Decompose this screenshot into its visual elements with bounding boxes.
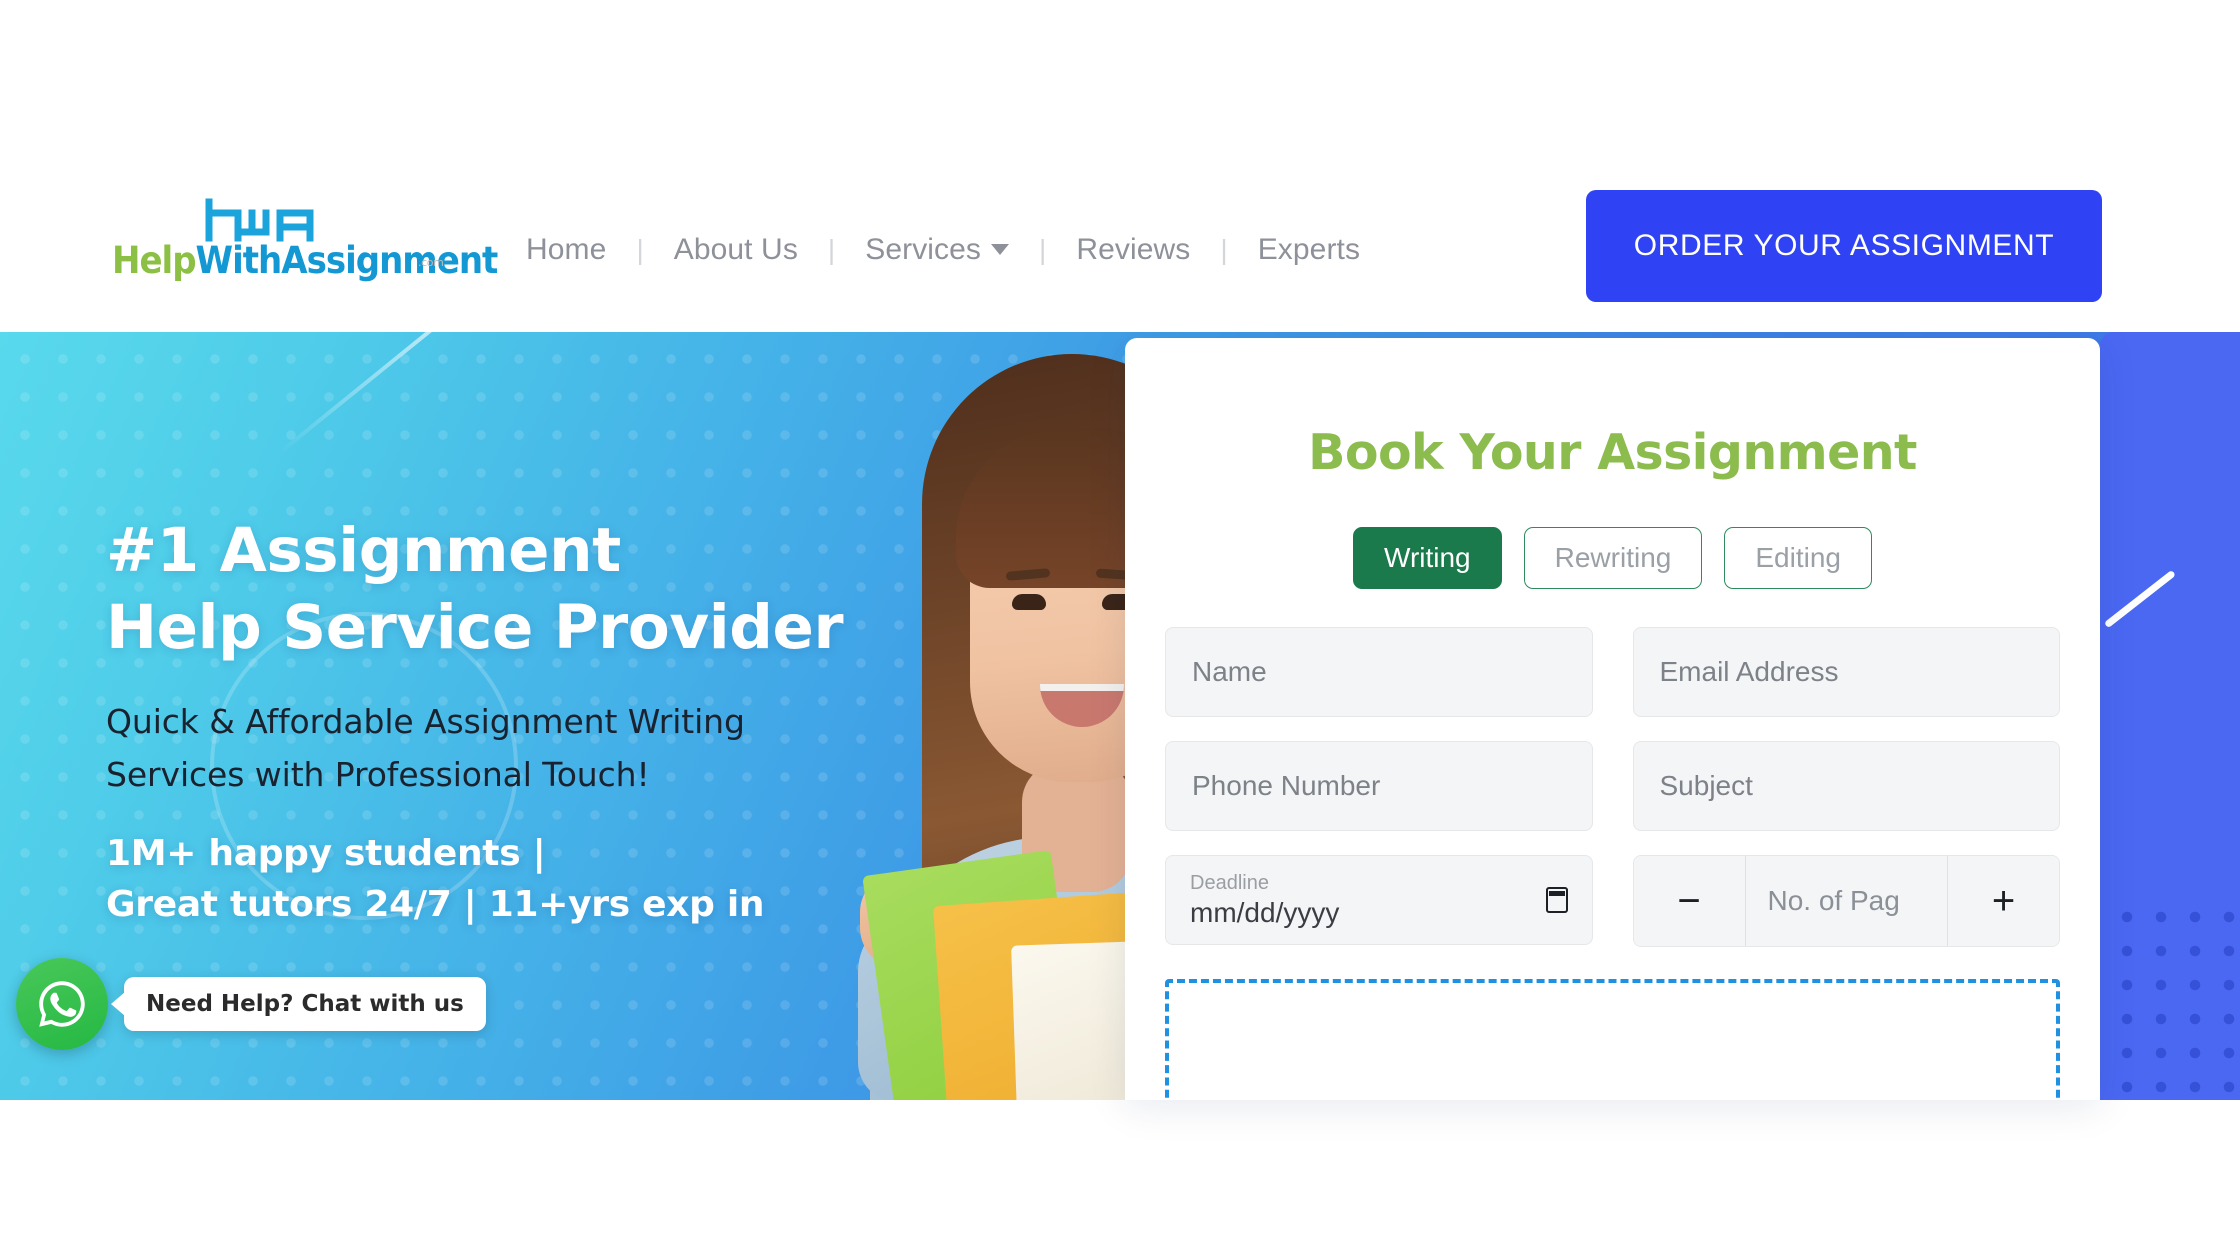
chevron-down-icon bbox=[991, 243, 1010, 255]
nav-item-services-label: Services bbox=[865, 233, 982, 266]
name-field[interactable] bbox=[1165, 627, 1593, 717]
email-field[interactable] bbox=[1632, 627, 2060, 717]
site-logo[interactable]: HelpWithAssignment .com bbox=[112, 196, 498, 288]
nav-item-services[interactable]: Services bbox=[839, 233, 1035, 267]
student-eye-left bbox=[1012, 594, 1046, 610]
logo-word-rest: WithAssignment bbox=[195, 239, 499, 282]
panel-dot-pattern bbox=[2110, 900, 2240, 1100]
nav-separator: | bbox=[636, 234, 644, 265]
nav-separator: | bbox=[1220, 234, 1228, 265]
form-title: Book Your Assignment bbox=[1308, 424, 1917, 481]
whatsapp-chat-widget: Need Help? Chat with us bbox=[16, 958, 486, 1050]
right-blue-panel bbox=[2100, 332, 2240, 1100]
decrement-pages-button[interactable]: − bbox=[1633, 856, 1746, 946]
hero-subtitle-line-2: Services with Professional Touch! bbox=[106, 755, 650, 795]
phone-field[interactable] bbox=[1165, 741, 1593, 831]
site-header: HelpWithAssignment .com Home | About Us … bbox=[0, 0, 2240, 332]
increment-pages-button[interactable]: + bbox=[1947, 856, 2059, 946]
service-type-writing[interactable]: Writing bbox=[1353, 527, 1502, 589]
hero-copy: #1 Assignment Help Service Provider Quic… bbox=[106, 512, 986, 930]
email-input[interactable] bbox=[1657, 655, 2035, 689]
nav-item-experts[interactable]: Experts bbox=[1232, 233, 1386, 267]
logo-word-help: Help bbox=[112, 239, 197, 282]
panel-streak-decoration bbox=[2103, 569, 2176, 629]
deadline-value[interactable]: mm/dd/yyyy bbox=[1190, 899, 1568, 927]
service-type-editing[interactable]: Editing bbox=[1724, 527, 1872, 589]
subject-field[interactable] bbox=[1632, 741, 2060, 831]
pages-input[interactable] bbox=[1745, 856, 1947, 946]
service-type-rewriting[interactable]: Rewriting bbox=[1523, 527, 1703, 589]
hero-stats-line-2: Great tutors 24/7 | 11+yrs exp in bbox=[106, 883, 765, 925]
hero-title-line-2: Help Service Provider bbox=[106, 592, 844, 664]
deadline-label: Deadline bbox=[1190, 872, 1269, 894]
name-input[interactable] bbox=[1190, 655, 1568, 689]
form-fields-grid: Deadline mm/dd/yyyy − + bbox=[1165, 627, 2060, 947]
pages-stepper: − + bbox=[1632, 855, 2060, 947]
whatsapp-chat-button[interactable] bbox=[16, 958, 108, 1050]
order-your-assignment-button[interactable]: ORDER YOUR ASSIGNMENT bbox=[1586, 190, 2102, 302]
main-navigation: Home | About Us | Services | Reviews | E… bbox=[500, 222, 1386, 278]
calendar-icon[interactable] bbox=[1545, 887, 1568, 913]
hero-title-line-1: #1 Assignment bbox=[106, 515, 621, 586]
hero-stats-line-1: 1M+ happy students | bbox=[106, 832, 546, 874]
chat-tooltip[interactable]: Need Help? Chat with us bbox=[124, 977, 486, 1031]
hero-subtitle-line-1: Quick & Affordable Assignment Writing bbox=[106, 701, 745, 741]
service-type-tabs: Writing Rewriting Editing bbox=[1125, 527, 2100, 589]
nav-separator: | bbox=[1039, 234, 1047, 265]
whatsapp-icon bbox=[39, 981, 85, 1027]
logo-tld: .com bbox=[418, 256, 444, 269]
file-upload-dropzone[interactable] bbox=[1165, 979, 2060, 1100]
booking-form-card: Book Your Assignment Writing Rewriting E… bbox=[1125, 338, 2100, 1100]
deadline-field[interactable]: Deadline mm/dd/yyyy bbox=[1165, 855, 1593, 945]
nav-item-reviews[interactable]: Reviews bbox=[1050, 233, 1216, 267]
nav-item-about-us[interactable]: About Us bbox=[648, 233, 824, 267]
hwa-monogram-icon bbox=[205, 198, 314, 242]
nav-item-home[interactable]: Home bbox=[500, 233, 632, 267]
nav-separator: | bbox=[827, 234, 836, 265]
subject-input[interactable] bbox=[1657, 769, 2035, 803]
phone-input[interactable] bbox=[1190, 769, 1568, 803]
landing-page: HelpWithAssignment .com Home | About Us … bbox=[0, 0, 2240, 1260]
